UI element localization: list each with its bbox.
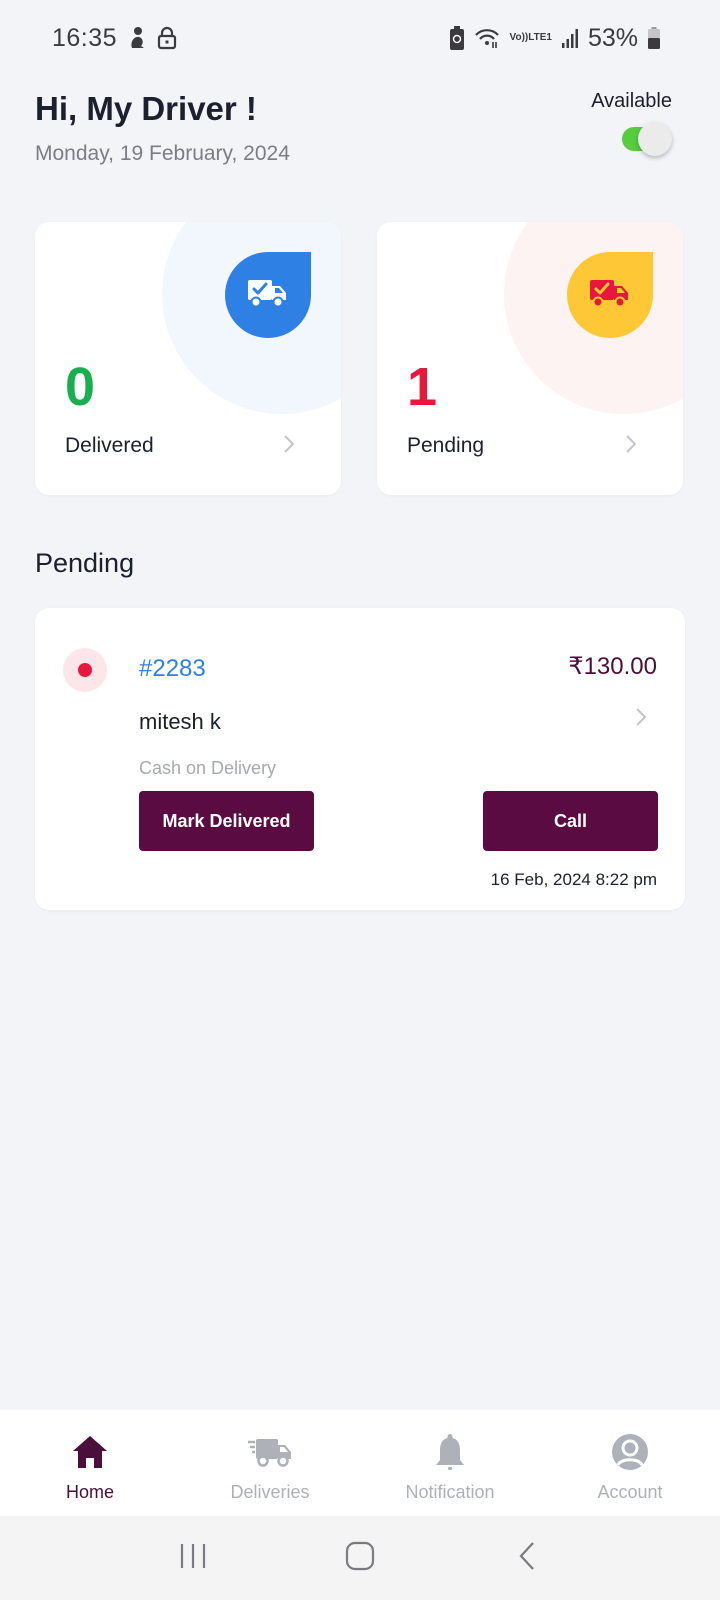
home-icon bbox=[72, 1432, 108, 1472]
pending-icon-bubble bbox=[567, 252, 653, 338]
pending-section-title: Pending bbox=[35, 548, 135, 578]
toggle-knob bbox=[638, 122, 672, 156]
network-label-top: Vo)) bbox=[509, 32, 529, 43]
pending-count: 1 bbox=[407, 357, 438, 417]
bottom-nav: Home Deliveries Notification Account bbox=[0, 1410, 720, 1516]
order-card[interactable]: #2283 ₹130.00 mitesh k Cash on Delivery … bbox=[35, 608, 685, 910]
account-icon bbox=[611, 1432, 649, 1472]
back-button[interactable] bbox=[497, 1538, 557, 1578]
nav-label-notification: Notification bbox=[405, 1482, 495, 1502]
chevron-right-icon bbox=[625, 434, 637, 460]
customer-name: mitesh k bbox=[139, 709, 221, 734]
delivered-stat-card[interactable]: 0 Delivered bbox=[35, 222, 341, 495]
network-label-bottom: LTE1 bbox=[528, 32, 552, 43]
nav-label-account: Account bbox=[597, 1482, 663, 1502]
signal-icon bbox=[561, 28, 578, 48]
driver-notification-icon bbox=[127, 26, 147, 50]
current-date: Monday, 19 February, 2024 bbox=[35, 142, 290, 165]
payment-method: Cash on Delivery bbox=[139, 758, 277, 778]
delivered-icon-bubble bbox=[225, 252, 311, 338]
nav-label-home: Home bbox=[65, 1482, 114, 1502]
availability-label: Available bbox=[591, 90, 672, 112]
availability-toggle[interactable] bbox=[622, 122, 672, 156]
nav-item-deliveries[interactable]: Deliveries bbox=[180, 1410, 360, 1516]
system-nav-bar bbox=[0, 1516, 720, 1600]
nav-item-notification[interactable]: Notification bbox=[360, 1410, 540, 1516]
call-button[interactable]: Call bbox=[483, 791, 658, 851]
battery-percent: 53% bbox=[587, 23, 638, 52]
delivered-label: Delivered bbox=[65, 434, 154, 457]
status-time: 16:35 bbox=[52, 23, 118, 52]
order-id[interactable]: #2283 bbox=[139, 655, 206, 683]
status-right: Vo)) LTE1 53% bbox=[449, 23, 660, 53]
truck-check-icon bbox=[590, 278, 630, 313]
delivery-truck-icon bbox=[248, 1432, 292, 1472]
recent-apps-icon bbox=[178, 1542, 208, 1575]
order-status-indicator bbox=[63, 648, 107, 692]
status-left: 16:35 bbox=[52, 24, 177, 53]
greeting-title: Hi, My Driver ! bbox=[35, 90, 257, 127]
delivered-count: 0 bbox=[65, 357, 96, 417]
truck-check-icon bbox=[248, 278, 288, 313]
home-system-button[interactable] bbox=[330, 1538, 390, 1578]
status-bar: 16:35 Vo)) LTE1 53% bbox=[0, 0, 720, 76]
battery-saver-icon bbox=[449, 26, 464, 50]
back-chevron-icon bbox=[517, 1541, 537, 1576]
nav-item-home[interactable]: Home bbox=[0, 1410, 180, 1516]
home-square-icon bbox=[345, 1541, 375, 1576]
recent-apps-button[interactable] bbox=[163, 1538, 223, 1578]
volte-icon: Vo)) LTE1 bbox=[510, 33, 552, 43]
chevron-right-icon bbox=[283, 434, 295, 460]
bell-icon bbox=[434, 1432, 466, 1472]
order-price: ₹130.00 bbox=[568, 653, 657, 680]
order-timestamp: 16 Feb, 2024 8:22 pm bbox=[490, 870, 657, 889]
status-dot-icon bbox=[78, 663, 92, 677]
nav-label-deliveries: Deliveries bbox=[230, 1482, 310, 1502]
mark-delivered-button[interactable]: Mark Delivered bbox=[139, 791, 314, 851]
battery-icon bbox=[648, 27, 660, 49]
wifi-icon bbox=[474, 27, 500, 49]
chevron-right-icon[interactable] bbox=[635, 707, 647, 733]
pending-stat-card[interactable]: 1 Pending bbox=[377, 222, 683, 495]
lock-icon bbox=[157, 26, 177, 50]
nav-item-account[interactable]: Account bbox=[540, 1410, 720, 1516]
pending-label: Pending bbox=[407, 434, 485, 457]
